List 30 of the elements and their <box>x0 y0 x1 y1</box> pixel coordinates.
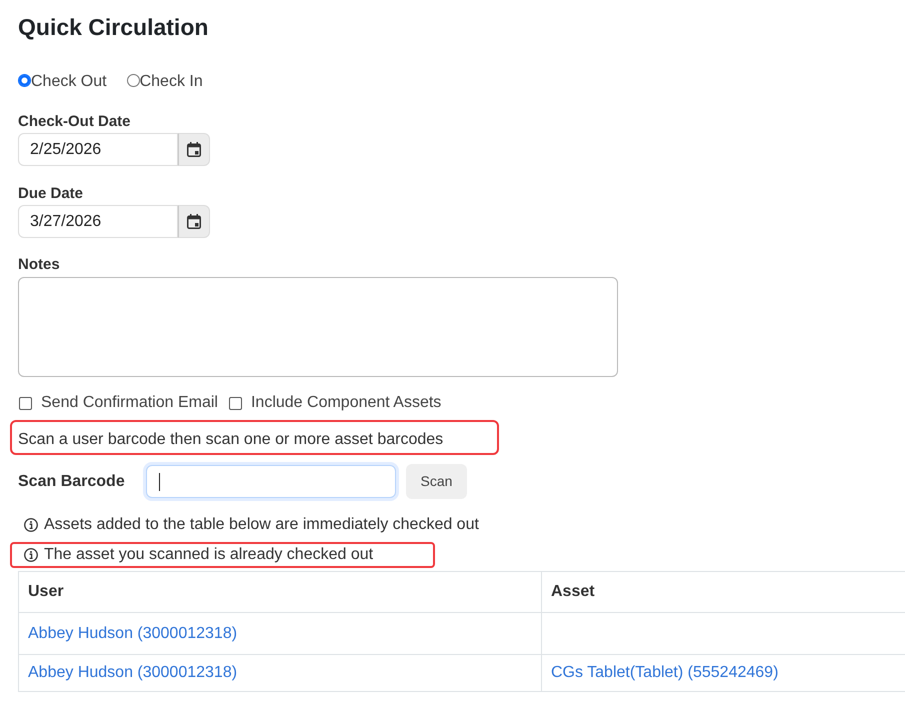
checkbox[interactable] <box>228 396 242 410</box>
user-link[interactable]: Abbey Hudson (3000012318) <box>28 664 238 681</box>
info-icon <box>24 518 38 532</box>
info-icon <box>24 548 38 562</box>
radio-button[interactable] <box>126 74 140 86</box>
scan-button[interactable]: Scan <box>406 464 467 499</box>
checkbox-label: Include Component Assets <box>250 393 442 413</box>
calendar-button[interactable] <box>178 205 210 238</box>
date-input[interactable]: 3/27/2026 <box>18 205 178 238</box>
checkbox-label: Send Confirmation Email <box>41 393 218 413</box>
page-title: Quick Circulation <box>18 13 208 42</box>
field-label: Scan Barcode <box>18 472 126 492</box>
radio-button[interactable] <box>18 74 31 86</box>
radio-label: Check Out <box>31 72 107 92</box>
column-header: Asset <box>551 583 595 600</box>
info-message: The asset you scanned is already checked out <box>44 545 374 565</box>
calendar-icon <box>187 214 201 229</box>
barcode-input[interactable] <box>146 465 396 498</box>
column-header: User <box>28 583 64 600</box>
checkbox[interactable] <box>19 396 32 410</box>
date-input[interactable]: 2/25/2026 <box>18 133 178 166</box>
calendar-button[interactable] <box>178 133 210 166</box>
user-link[interactable]: Abbey Hudson (3000012318) <box>28 624 238 642</box>
info-message: Assets added to the table below are immediately checked out <box>44 515 479 535</box>
field-label: Check-Out Date <box>18 112 131 132</box>
field-label: Notes <box>18 255 60 275</box>
field-label: Due Date <box>18 184 84 204</box>
calendar-icon <box>187 142 201 157</box>
instruction-text: Scan a user barcode then scan one or more asset barcodes <box>18 430 444 450</box>
radio-label: Check In <box>140 72 203 92</box>
